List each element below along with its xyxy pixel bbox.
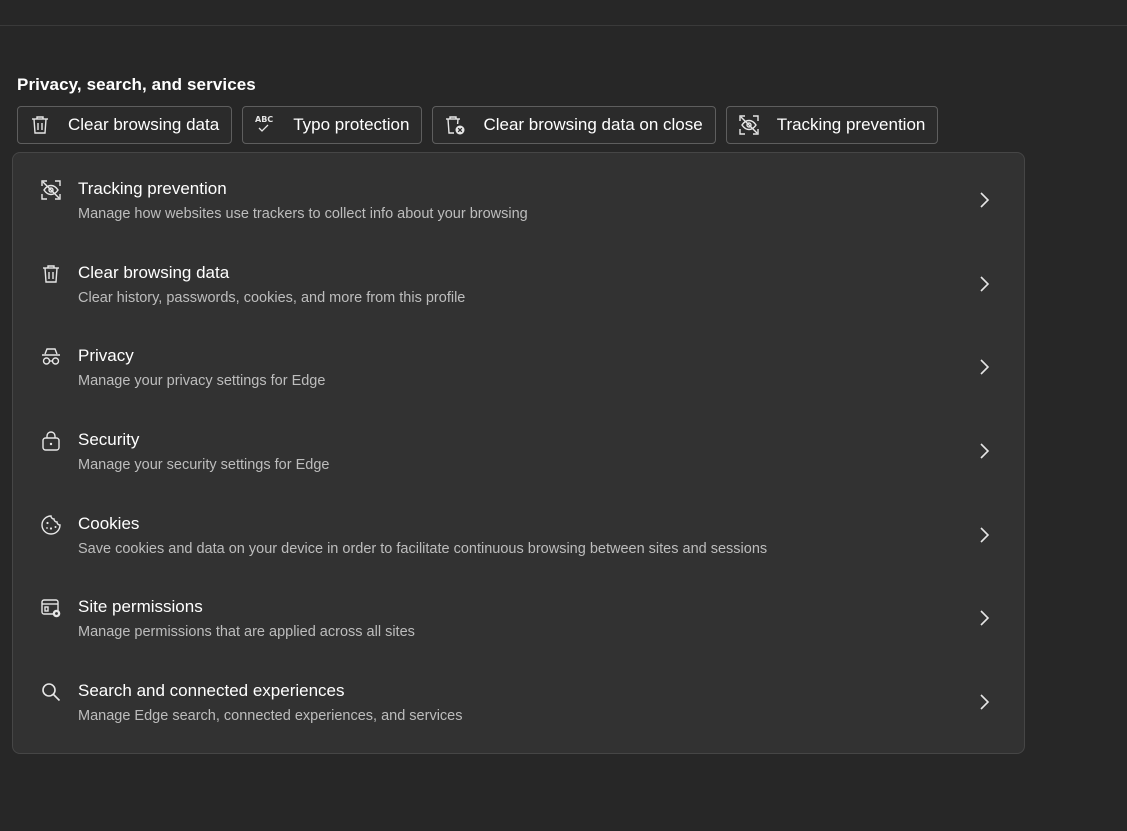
- trash-icon: [28, 113, 52, 137]
- chevron-right-icon: [974, 355, 994, 379]
- settings-item-cookies[interactable]: Cookies Save cookies and data on your de…: [13, 499, 1024, 583]
- chip-clear-browsing-data-on-close[interactable]: Clear browsing data on close: [432, 106, 716, 144]
- chip-typo-protection[interactable]: ABC Typo protection: [242, 106, 423, 144]
- settings-item-title: Search and connected experiences: [78, 681, 345, 701]
- settings-item-clear-browsing-data[interactable]: Clear browsing data Clear history, passw…: [13, 248, 1024, 332]
- cookie-icon: [39, 513, 63, 537]
- settings-item-description: Manage how websites use trackers to coll…: [78, 206, 528, 222]
- quick-links: Clear browsing data ABC Typo protection …: [17, 106, 939, 144]
- settings-item-search-and-connected-experiences[interactable]: Search and connected experiences Manage …: [13, 666, 1024, 750]
- settings-item-description: Manage your privacy settings for Edge: [78, 373, 326, 390]
- top-bar: [0, 0, 1127, 26]
- chip-label: Clear browsing data on close: [483, 115, 703, 134]
- lock-icon: [39, 429, 63, 453]
- settings-item-tracking-prevention[interactable]: Tracking prevention Manage how websites …: [13, 164, 1024, 248]
- incognito-icon: [39, 345, 63, 369]
- tracking-prevention-icon: [39, 178, 63, 202]
- settings-item-site-permissions[interactable]: Site permissions Manage permissions that…: [13, 582, 1024, 666]
- settings-item-description: Manage permissions that are applied acro…: [78, 624, 415, 641]
- abc-check-icon: ABC: [253, 113, 277, 137]
- svg-text:ABC: ABC: [255, 115, 273, 124]
- settings-item-privacy[interactable]: Privacy Manage your privacy settings for…: [13, 331, 1024, 415]
- chevron-right-icon: [974, 188, 994, 212]
- chevron-right-icon: [974, 606, 994, 630]
- settings-item-title: Tracking prevention: [78, 179, 227, 198]
- chip-clear-browsing-data[interactable]: Clear browsing data: [17, 106, 233, 144]
- chip-label: Typo protection: [293, 115, 410, 134]
- settings-item-description: Save cookies and data on your device in …: [78, 540, 768, 557]
- settings-item-description: Manage Edge search, connected experience…: [78, 708, 463, 725]
- settings-card: Tracking prevention Manage how websites …: [12, 152, 1025, 754]
- settings-item-title: Privacy: [78, 346, 134, 366]
- settings-item-security[interactable]: Security Manage your security settings f…: [13, 415, 1024, 499]
- chevron-right-icon: [974, 690, 994, 714]
- chip-label: Clear browsing data: [68, 115, 220, 134]
- settings-item-title: Site permissions: [78, 597, 203, 617]
- settings-item-description: Manage your security settings for Edge: [78, 457, 330, 474]
- trash-icon: [39, 262, 63, 286]
- settings-item-title: Security: [78, 430, 140, 450]
- tracking-prevention-icon: [737, 113, 761, 137]
- chevron-right-icon: [974, 272, 994, 296]
- settings-item-title: Cookies: [78, 513, 140, 533]
- chip-label: Tracking prevention: [776, 115, 926, 134]
- section-title: Privacy, search, and services: [17, 75, 256, 94]
- chevron-right-icon: [974, 523, 994, 547]
- trash-x-icon: [443, 113, 467, 137]
- search-icon: [39, 680, 63, 704]
- settings-item-title: Clear browsing data: [78, 262, 230, 282]
- chip-tracking-prevention[interactable]: Tracking prevention: [725, 106, 939, 144]
- settings-item-description: Clear history, passwords, cookies, and m…: [78, 289, 466, 306]
- chevron-right-icon: [974, 439, 994, 463]
- site-permissions-icon: [39, 596, 63, 620]
